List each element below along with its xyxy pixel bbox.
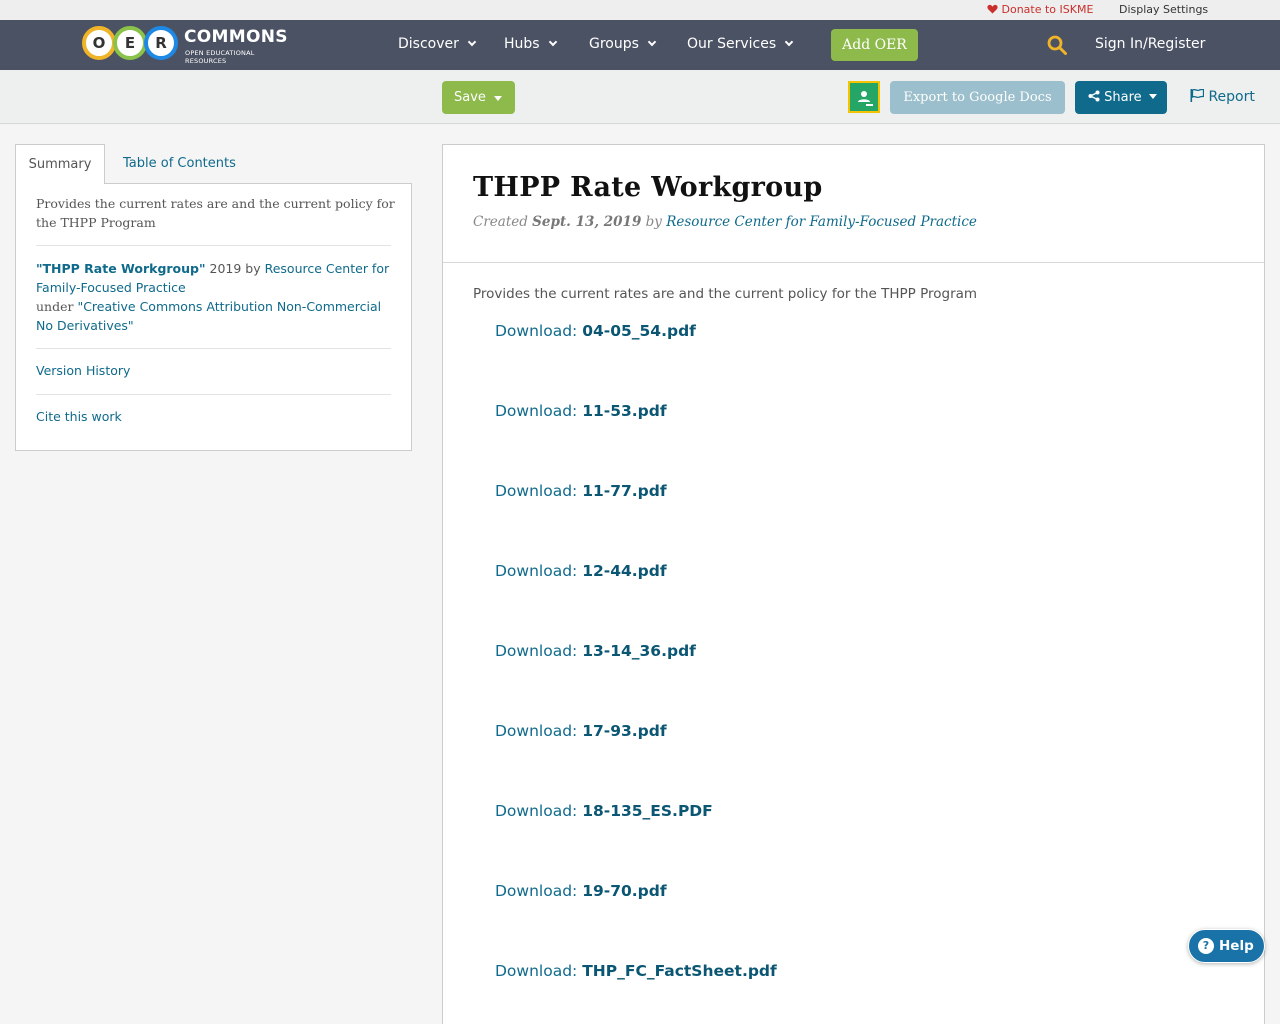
- resource-content: THPP Rate Workgroup Created Sept. 13, 20…: [442, 144, 1265, 1024]
- nav-groups[interactable]: Groups: [589, 36, 657, 52]
- download-link[interactable]: Download: 17-93.pdf: [495, 722, 667, 740]
- nav-hubs[interactable]: Hubs: [504, 36, 557, 52]
- nav-groups-label: Groups: [589, 36, 639, 52]
- search-icon[interactable]: [1047, 35, 1067, 55]
- download-link[interactable]: Download: 11-53.pdf: [495, 402, 667, 420]
- resource-description: Provides the current rates are and the c…: [473, 286, 978, 302]
- attribution-year-by: 2019 by: [205, 261, 265, 276]
- divider: [36, 245, 391, 246]
- download-label: Download:: [495, 642, 583, 660]
- divider: [36, 348, 391, 349]
- google-classroom-icon[interactable]: [848, 81, 880, 113]
- author-link[interactable]: Resource Center for Family-Focused Pract…: [666, 214, 977, 230]
- chevron-down-icon: [647, 37, 657, 47]
- download-link[interactable]: Download: 19-70.pdf: [495, 882, 667, 900]
- tab-table-of-contents[interactable]: Table of Contents: [123, 144, 236, 184]
- summary-panel: Provides the current rates are and the c…: [15, 183, 412, 451]
- download-label: Download:: [495, 962, 583, 980]
- save-button-label: Save: [454, 90, 486, 105]
- download-filename: 18-135_ES.PDF: [582, 802, 713, 820]
- logo-letter-e: E: [113, 26, 147, 60]
- share-button-label: Share: [1104, 90, 1142, 105]
- download-filename: 17-93.pdf: [582, 722, 667, 740]
- download-label: Download:: [495, 882, 583, 900]
- oer-commons-logo[interactable]: O E R COMMONS OPEN EDUCATIONAL RESOURCES: [82, 25, 288, 65]
- donate-label: Donate to ISKME: [1001, 3, 1094, 16]
- question-mark-icon: ?: [1198, 938, 1214, 954]
- logo-letter-o: O: [82, 26, 116, 60]
- classroom-glyph-icon: [858, 91, 873, 106]
- export-to-google-docs-button[interactable]: Export to Google Docs: [890, 81, 1065, 114]
- caret-down-icon: [1148, 94, 1157, 99]
- chevron-down-icon: [467, 37, 477, 47]
- download-label: Download:: [495, 562, 583, 580]
- nav-hubs-label: Hubs: [504, 36, 540, 52]
- heart-icon: [987, 4, 998, 14]
- download-filename: THP_FC_FactSheet.pdf: [582, 962, 777, 980]
- download-link[interactable]: Download: 13-14_36.pdf: [495, 642, 696, 660]
- summary-description: Provides the current rates are and the c…: [36, 196, 395, 230]
- caret-down-icon: [494, 96, 502, 101]
- download-link[interactable]: Download: THP_FC_FactSheet.pdf: [495, 962, 777, 980]
- created-label: Created: [473, 214, 533, 230]
- download-filename: 12-44.pdf: [582, 562, 667, 580]
- resource-toolbar: Save Export to Google Docs Share Report: [0, 70, 1280, 124]
- license-link[interactable]: "Creative Commons Attribution Non-Commer…: [36, 299, 381, 333]
- attribution-under: under: [36, 299, 78, 314]
- share-button[interactable]: Share: [1075, 81, 1167, 114]
- utility-bar: Donate to ISKME Display Settings: [0, 0, 1280, 20]
- logo-letter-r: R: [144, 26, 178, 60]
- report-link[interactable]: Report: [1190, 88, 1255, 105]
- download-label: Download:: [495, 322, 583, 340]
- sign-in-register-link[interactable]: Sign In/Register: [1095, 36, 1205, 52]
- download-filename: 04-05_54.pdf: [582, 322, 696, 340]
- report-label: Report: [1208, 89, 1255, 105]
- nav-discover[interactable]: Discover: [398, 36, 477, 52]
- attribution-title-link[interactable]: "THPP Rate Workgroup": [36, 261, 206, 276]
- download-filename: 11-53.pdf: [582, 402, 667, 420]
- download-filename: 19-70.pdf: [582, 882, 667, 900]
- resource-meta: Created Sept. 13, 2019 by Resource Cente…: [473, 214, 977, 230]
- download-label: Download:: [495, 402, 583, 420]
- save-button[interactable]: Save: [442, 81, 515, 114]
- cite-this-work-link[interactable]: Cite this work: [36, 409, 122, 424]
- version-history-link[interactable]: Version History: [36, 363, 130, 378]
- download-label: Download:: [495, 722, 583, 740]
- download-label: Download:: [495, 482, 583, 500]
- tab-summary[interactable]: Summary: [15, 144, 105, 184]
- download-link[interactable]: Download: 04-05_54.pdf: [495, 322, 696, 340]
- attribution-block: "THPP Rate Workgroup" 2019 by Resource C…: [36, 259, 396, 335]
- main-navigation: O E R COMMONS OPEN EDUCATIONAL RESOURCES…: [0, 20, 1280, 70]
- display-settings-link[interactable]: Display Settings: [1119, 3, 1208, 16]
- logo-brand: COMMONS: [184, 27, 288, 47]
- download-filename: 13-14_36.pdf: [582, 642, 696, 660]
- nav-discover-label: Discover: [398, 36, 459, 52]
- chevron-down-icon: [548, 37, 557, 47]
- download-filename: 11-77.pdf: [582, 482, 667, 500]
- by-label: by: [641, 214, 667, 230]
- nav-our-services-label: Our Services: [687, 36, 777, 52]
- resource-header: THPP Rate Workgroup Created Sept. 13, 20…: [443, 145, 1264, 263]
- flag-icon: [1190, 88, 1205, 102]
- donate-link[interactable]: Donate to ISKME: [987, 3, 1093, 16]
- download-link[interactable]: Download: 12-44.pdf: [495, 562, 667, 580]
- page-title: THPP Rate Workgroup: [473, 172, 823, 203]
- chevron-down-icon: [784, 37, 794, 47]
- download-link[interactable]: Download: 11-77.pdf: [495, 482, 667, 500]
- download-link[interactable]: Download: 18-135_ES.PDF: [495, 802, 713, 820]
- help-button[interactable]: ? Help: [1188, 929, 1265, 963]
- logo-tagline: OPEN EDUCATIONAL RESOURCES: [185, 49, 255, 65]
- created-date: Sept. 13, 2019: [532, 214, 642, 230]
- nav-our-services[interactable]: Our Services: [687, 36, 794, 52]
- download-label: Download:: [495, 802, 583, 820]
- share-icon: [1088, 90, 1100, 102]
- add-oer-button[interactable]: Add OER: [831, 29, 918, 61]
- help-label: Help: [1219, 938, 1254, 954]
- divider: [36, 394, 391, 395]
